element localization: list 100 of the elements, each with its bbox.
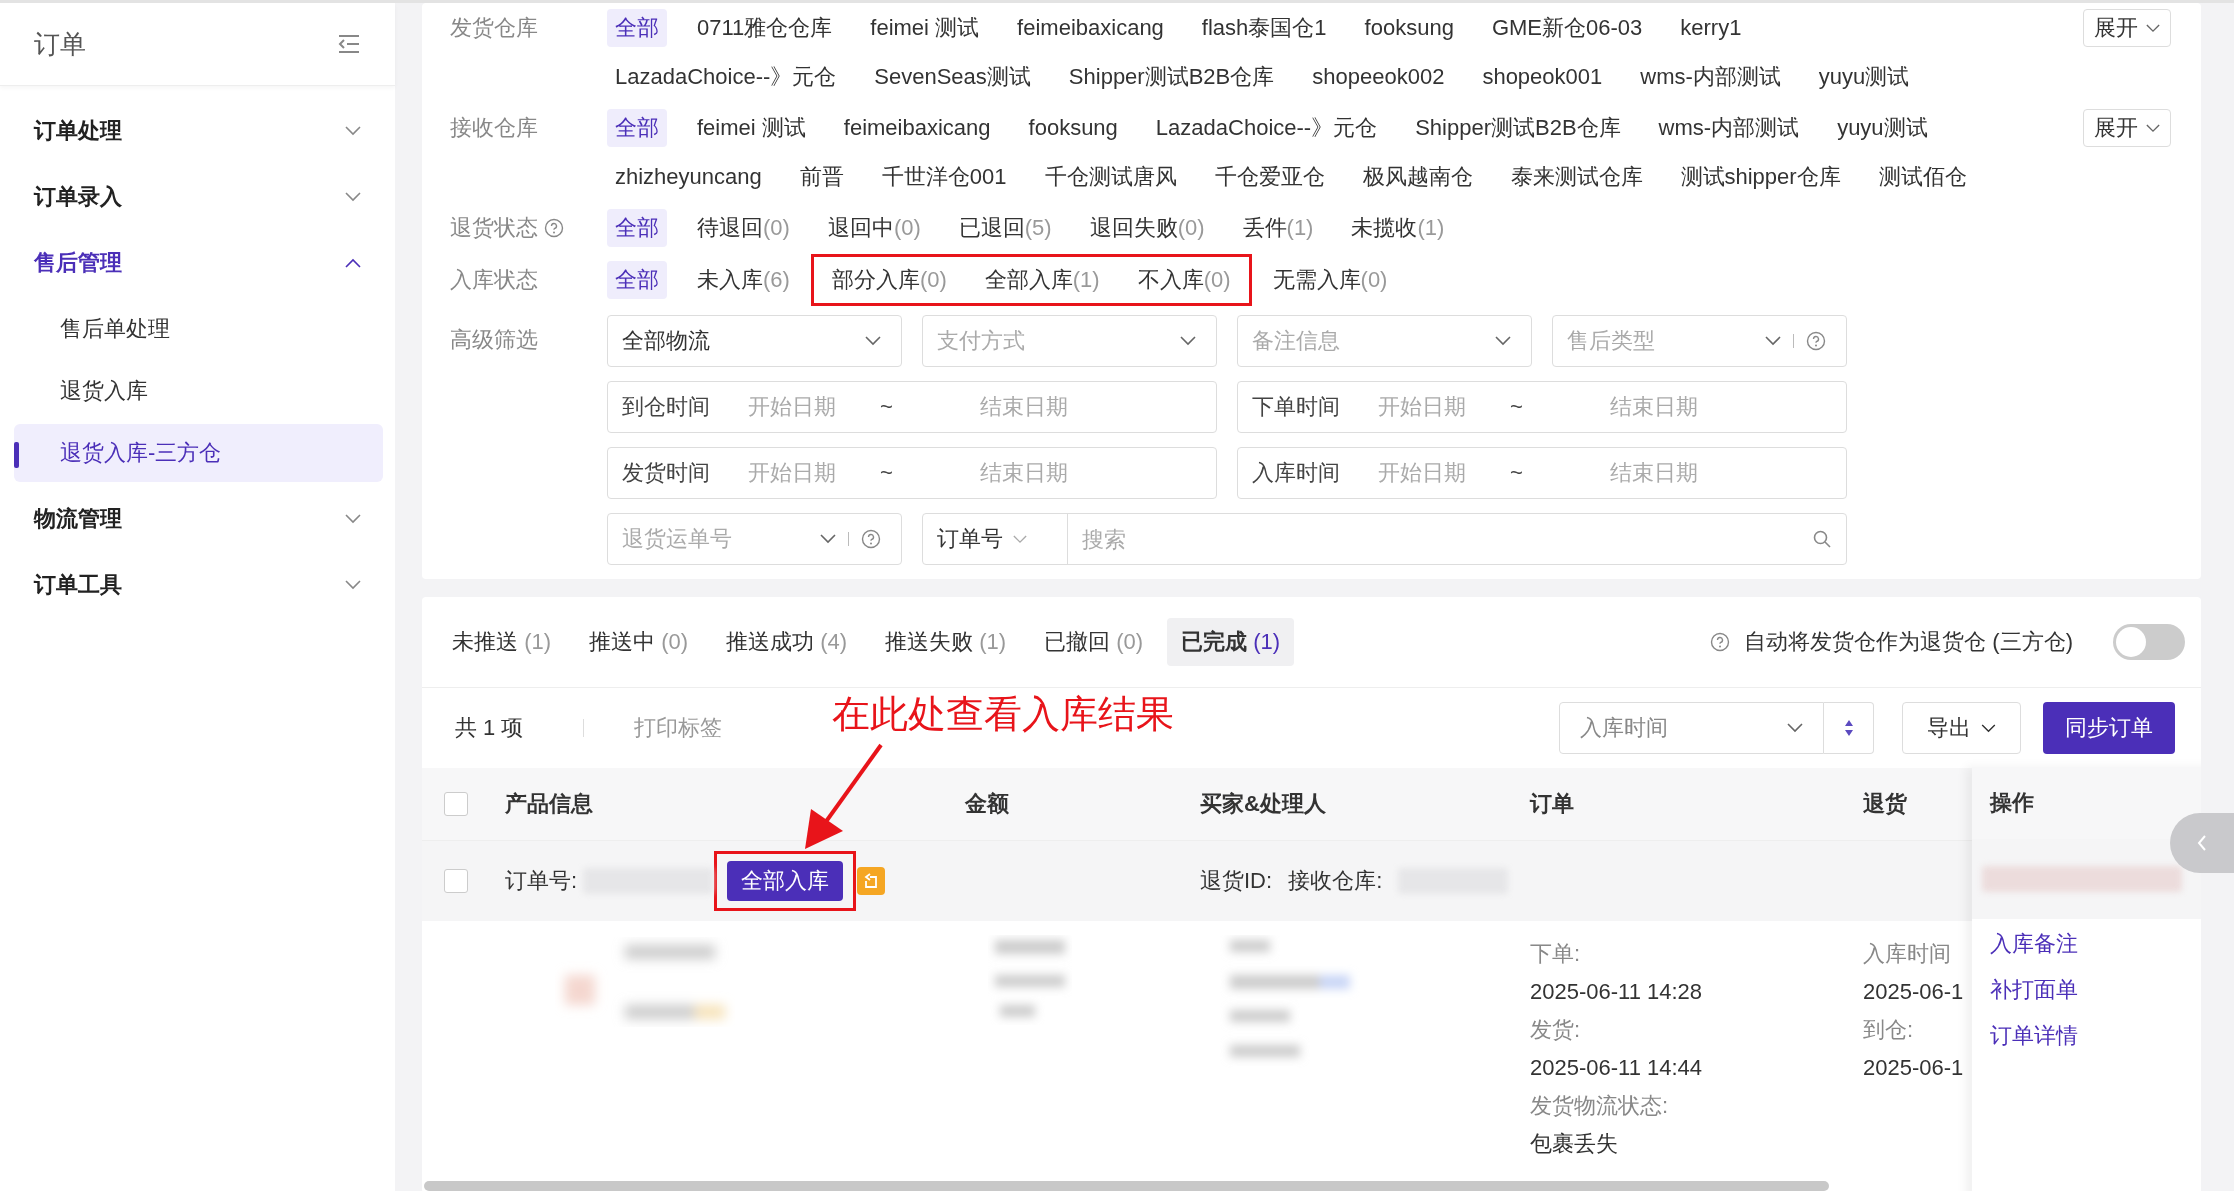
filter-chip[interactable]: 无需入库(0) <box>1264 256 1396 304</box>
sync-orders-button[interactable]: 同步订单 <box>2043 702 2175 754</box>
filter-chip[interactable]: shopeok001 <box>1474 53 1611 101</box>
filter-chip[interactable]: zhizheyuncang <box>607 153 770 201</box>
status-tab[interactable]: 已完成 (1) <box>1167 618 1295 666</box>
date-range-field[interactable]: 入库时间 开始日期 ~ 结束日期 <box>1237 447 1847 499</box>
filter-chip[interactable]: Shipper测试B2B仓库 <box>1060 53 1283 101</box>
filter-chip[interactable]: 0711雅仓仓库 <box>689 4 841 52</box>
status-tab[interactable]: 未推送 (1) <box>438 618 565 666</box>
status-tab[interactable]: 已撤回 (0) <box>1030 618 1158 666</box>
filter-chip[interactable]: SevenSeas测试 <box>866 53 1039 101</box>
filter-chip[interactable]: 全部 <box>607 209 667 247</box>
sidebar-subitem[interactable]: 退货入库 <box>14 362 383 420</box>
time-label: 下单: <box>1530 940 1582 968</box>
filter-chip[interactable]: 前晋 <box>791 153 852 201</box>
filter-chip[interactable]: 退回中(0) <box>819 204 929 252</box>
action-link[interactable]: 补打面单 <box>1990 975 2201 1005</box>
sidebar-subitem[interactable]: 退货入库-三方仓 <box>14 424 383 482</box>
filter-chip[interactable]: 全部 <box>607 261 667 299</box>
sidebar-title: 订单 <box>34 27 86 61</box>
column-header: 退货 <box>1863 790 1908 818</box>
filter-chip[interactable]: 全部 <box>607 109 667 147</box>
sidebar-item[interactable]: 订单工具 <box>0 552 395 618</box>
column-header: 金额 <box>965 790 1010 818</box>
action-link[interactable]: 入库备注 <box>1990 929 2201 959</box>
filter-chip[interactable]: fooksung <box>1356 4 1462 52</box>
filter-chip[interactable]: 泰来测试仓库 <box>1502 153 1651 201</box>
filter-chip[interactable]: 待退回(0) <box>689 204 798 252</box>
order-number-label: 订单号: <box>505 867 578 895</box>
time-label: 发货: <box>1530 1016 1582 1044</box>
filter-chip[interactable]: 测试shipper仓库 <box>1672 153 1849 201</box>
filter-chip[interactable]: 千仓测试唐风 <box>1036 153 1185 201</box>
time-value: 包裹丢失 <box>1530 1130 1619 1158</box>
filter-label: 高级筛选 <box>450 326 538 354</box>
filter-chip[interactable]: LazadaChoice--》元仓 <box>607 53 845 101</box>
filter-chip[interactable]: feimeibaxicang <box>835 104 999 152</box>
expand-button[interactable]: 展开 <box>2083 109 2171 147</box>
status-tab[interactable]: 推送中 (0) <box>575 618 703 666</box>
column-header: 操作 <box>1990 789 2034 817</box>
sort-select[interactable]: 入库时间 <box>1559 702 1824 754</box>
date-range-field[interactable]: 到仓时间 开始日期 ~ 结束日期 <box>607 381 1217 433</box>
filter-chip[interactable]: 全部入库(1) <box>976 256 1108 304</box>
filter-chip[interactable]: yuyu测试 <box>1810 53 1918 101</box>
filter-chip[interactable]: 部分入库(0) <box>823 256 955 304</box>
sidebar-item[interactable]: 订单录入 <box>0 164 395 230</box>
filter-chip[interactable]: LazadaChoice--》元仓 <box>1147 104 1386 152</box>
filter-label: 发货仓库 <box>450 14 538 42</box>
search-input[interactable]: 搜索 <box>1068 514 1812 566</box>
time-label: 入库时间 <box>1863 940 1952 968</box>
filter-chip[interactable]: 退回失败(0) <box>1081 204 1213 252</box>
filter-chip[interactable]: wms-内部测试 <box>1632 53 1789 101</box>
filter-chip[interactable]: Shipper测试B2B仓库 <box>1407 104 1629 152</box>
filter-chip[interactable]: fooksung <box>1020 104 1126 152</box>
status-tab[interactable]: 推送成功 (4) <box>712 618 862 666</box>
search-bar[interactable]: 订单号 搜索 <box>922 513 1847 565</box>
filter-chip[interactable]: feimei 测试 <box>862 4 988 52</box>
export-button[interactable]: 导出 <box>1902 702 2021 754</box>
filter-chip[interactable]: 极风越南仓 <box>1354 153 1481 201</box>
filter-chip[interactable]: 未入库(6) <box>689 256 798 304</box>
status-tag: 全部入库 <box>727 861 844 901</box>
annotation-text: 在此处查看入库结果 <box>832 691 1175 737</box>
sidebar-item[interactable]: 售后管理 <box>0 230 395 296</box>
filter-chip[interactable]: feimeibaxicang <box>1009 4 1172 52</box>
filter-chip[interactable]: 不入库(0) <box>1129 256 1239 304</box>
return-id-label: 退货ID: <box>1200 867 1273 895</box>
filter-label: 退货状态 <box>450 214 538 242</box>
filter-chip[interactable]: 丢件(1) <box>1234 204 1322 252</box>
filter-chip[interactable]: 全部 <box>607 9 667 47</box>
sidebar-item[interactable]: 物流管理 <box>0 486 395 552</box>
action-link[interactable]: 订单详情 <box>1990 1021 2201 1051</box>
status-tab[interactable]: 推送失败 (1) <box>871 618 1021 666</box>
filter-chip[interactable]: GME新仓06-03 <box>1483 4 1651 52</box>
filter-chip[interactable]: yuyu测试 <box>1829 104 1936 152</box>
date-range-field[interactable]: 发货时间 开始日期 ~ 结束日期 <box>607 447 1217 499</box>
sidebar-subitem[interactable]: 售后单处理 <box>14 300 383 358</box>
filter-chip[interactable]: 已退回(5) <box>950 204 1060 252</box>
filter-chip[interactable]: kerry1 <box>1672 4 1750 52</box>
select-field[interactable]: 全部物流 <box>607 315 902 367</box>
filter-chip[interactable]: feimei 测试 <box>689 104 814 152</box>
time-label: 发货物流状态: <box>1530 1092 1670 1120</box>
filter-chip[interactable]: 千仓爱亚仓 <box>1206 153 1333 201</box>
time-value: 2025-06-1 <box>1863 1054 1965 1082</box>
filter-chip[interactable]: 测试佰仓 <box>1870 153 1975 201</box>
toggle-label: 自动将发货仓作为退货仓 (三方仓) <box>1744 628 2073 656</box>
filter-chip[interactable]: 千世洋仓001 <box>873 153 1015 201</box>
sidebar-item[interactable]: 订单处理 <box>0 98 395 164</box>
filter-chip[interactable]: wms-内部测试 <box>1650 104 1808 152</box>
field-select[interactable]: 订单号 <box>923 514 1068 564</box>
total-count: 共 1 项 <box>455 714 524 742</box>
filter-chip[interactable]: 未揽收(1) <box>1343 204 1453 252</box>
filter-chip[interactable]: shopeeok002 <box>1304 53 1453 101</box>
time-value: 2025-06-1 <box>1863 978 1965 1006</box>
filter-label: 入库状态 <box>450 266 538 294</box>
filter-label: 接收仓库 <box>450 114 538 142</box>
column-header: 订单 <box>1530 790 1575 818</box>
expand-button[interactable]: 展开 <box>2083 9 2171 47</box>
filter-chip[interactable]: flash泰国仓1 <box>1193 4 1335 52</box>
date-range-field[interactable]: 下单时间 开始日期 ~ 结束日期 <box>1237 381 1847 433</box>
time-value: 2025-06-11 14:28 <box>1530 978 1704 1006</box>
time-label: 到仓: <box>1863 1016 1915 1044</box>
